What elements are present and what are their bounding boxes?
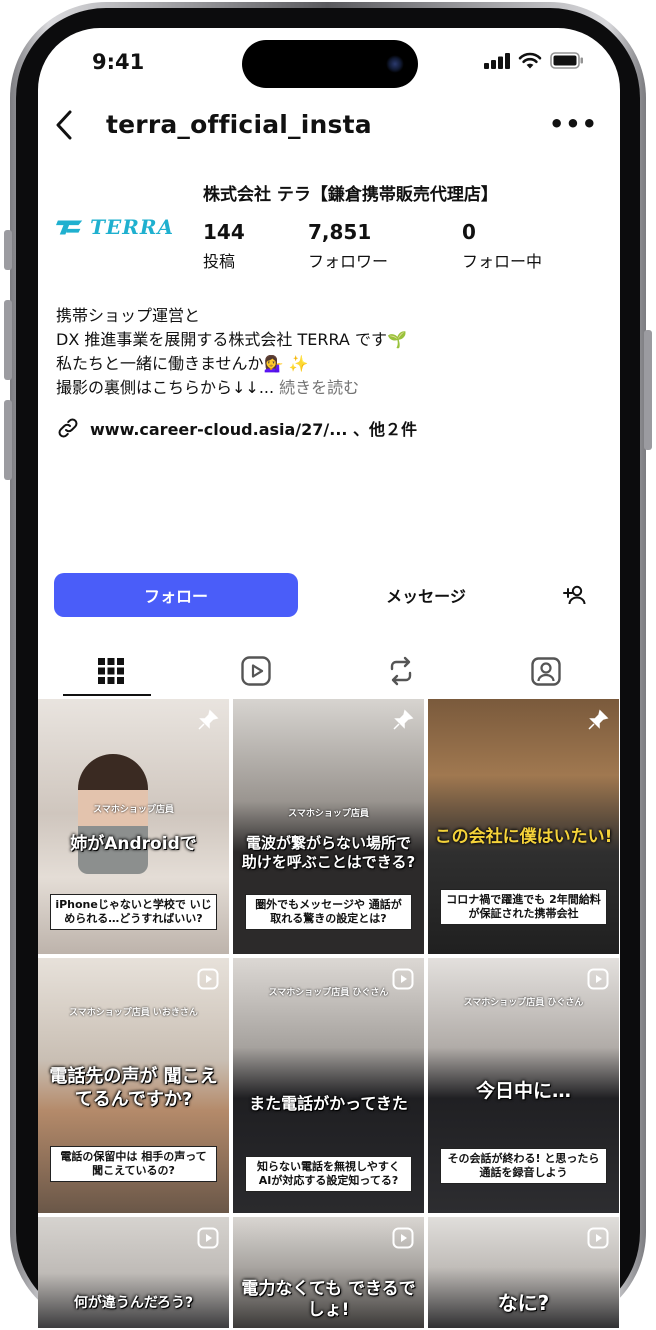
terra-logo-icon [56, 220, 83, 235]
stat-following-label: フォロー中 [462, 252, 543, 271]
post-name-tag: スマホショップ店員 ひぐさん [268, 988, 389, 998]
post-tile[interactable]: スマホショップ店員 姉がAndroidで iPhoneじゃないと学校で いじめら… [38, 699, 229, 954]
follow-button[interactable]: フォロー [54, 573, 298, 617]
status-icons [484, 52, 584, 69]
logo-text: TERRA [90, 215, 174, 239]
post-caption-box: 知らない電話を無視しやすく AIが対応する設定知ってる? [245, 1156, 412, 1192]
post-title-text: 電波が繋がらない場所で 助けを呼ぶことはできる? [241, 834, 416, 871]
post-caption-box: 電話の保留中は 相手の声って聞こえているの? [50, 1146, 217, 1182]
post-caption-box: コロナ禍で躍進でも 2年間給料が保証された携帯会社 [440, 889, 607, 925]
bio-line: 携帯ショップ運営と [56, 306, 201, 325]
pin-icon [393, 709, 414, 730]
stat-following[interactable]: 0 フォロー中 [462, 220, 542, 272]
pin-icon [198, 709, 219, 730]
profile-header: terra_official_insta ••• [38, 100, 620, 156]
profile-link-text: www.career-cloud.asia/27/... 、他２件 [90, 420, 418, 439]
add-person-button[interactable] [550, 573, 600, 617]
reel-icon [392, 968, 414, 990]
camera-icon [386, 55, 404, 73]
tab-posts-grid[interactable] [38, 646, 183, 696]
post-tile[interactable]: スマホショップ店員 ひぐさん また電話がかってきた 知らない電話を無視しやすく … [233, 958, 424, 1213]
stat-followers-count: 7,851 [308, 220, 372, 244]
battery-icon [550, 52, 583, 69]
reels-icon [240, 656, 271, 686]
stat-posts[interactable]: 144 投稿 [203, 220, 245, 272]
pin-icon [588, 709, 609, 730]
reel-icon [197, 1227, 219, 1249]
silent-switch [4, 230, 12, 270]
post-name-tag: スマホショップ店員 [93, 805, 174, 815]
stat-posts-count: 144 [203, 220, 245, 244]
profile-username: terra_official_insta [106, 110, 372, 139]
post-tile[interactable]: この会社に僕はいたい! コロナ禍で躍進でも 2年間給料が保証された携帯会社 [428, 699, 619, 954]
post-title-text: この会社に僕はいたい! [434, 827, 613, 847]
read-more-link[interactable]: 続きを読む [279, 378, 359, 397]
post-caption-box: 圏外でもメッセージや 通話が取れる驚きの設定とは? [245, 894, 412, 930]
repost-icon [390, 656, 411, 686]
bio-line: 私たちと一緒に働きませんか💁‍♀️ ✨ [56, 354, 309, 373]
link-icon [58, 418, 78, 438]
post-caption-box: iPhoneじゃないと学校で いじめられる…どうすればいい? [50, 894, 217, 930]
reel-icon [587, 1227, 609, 1249]
post-title-text: なに? [497, 1291, 550, 1315]
cellular-signal-icon [484, 52, 510, 69]
post-title-text: 電話先の声が 聞こえてるんですか? [49, 1066, 218, 1110]
reel-icon [392, 1227, 414, 1249]
post-tile[interactable]: なに? [428, 1217, 619, 1328]
profile-link[interactable]: www.career-cloud.asia/27/... 、他２件 [56, 416, 417, 440]
post-tile[interactable]: スマホショップ店員 いおきさん 電話先の声が 聞こえてるんですか? 電話の保留中… [38, 958, 229, 1213]
post-title-text: 今日中に… [475, 1080, 571, 1102]
profile-display-name: 株式会社 テラ【鎌倉携帯販売代理店】 [203, 185, 498, 205]
reel-icon [197, 968, 219, 990]
dynamic-island [242, 40, 418, 88]
tab-reposts[interactable] [328, 646, 473, 696]
tab-reels[interactable] [183, 646, 328, 696]
message-button[interactable]: メッセージ [334, 573, 518, 617]
post-tile[interactable]: 電力なくても できるでしょ! [233, 1217, 424, 1328]
stat-posts-label: 投稿 [203, 252, 236, 271]
post-name-tag: スマホショップ店員 [288, 809, 369, 819]
post-caption-box: その会話が終わる! と思ったら通話を録音しよう [440, 1148, 607, 1184]
status-time: 9:41 [92, 50, 145, 74]
app-screen: 9:41 terra_official_insta ••• TERRA 株式会社… [38, 28, 620, 1328]
stat-followers-label: フォロワー [308, 252, 389, 271]
stat-following-count: 0 [462, 220, 476, 244]
volume-down-button [4, 400, 12, 480]
post-title-text: 姉がAndroidで [70, 834, 197, 854]
active-tab-indicator [63, 694, 151, 696]
grid-icon [97, 658, 124, 684]
bio-line: DX 推進事業を展開する株式会社 TERRA です🌱 [56, 330, 407, 349]
post-title-text: また電話がかってきた [249, 1094, 408, 1113]
profile-bio: 携帯ショップ運営と DX 推進事業を展開する株式会社 TERRA です🌱 私たち… [56, 304, 407, 400]
power-button [644, 330, 652, 450]
post-tile[interactable]: スマホショップ店員 ひぐさん 今日中に… その会話が終わる! と思ったら通話を録… [428, 958, 619, 1213]
volume-up-button [4, 300, 12, 380]
stat-followers[interactable]: 7,851 フォロワー [308, 220, 388, 272]
post-name-tag: スマホショップ店員 いおきさん [69, 1008, 198, 1018]
tagged-icon [530, 657, 561, 686]
back-arrow-icon[interactable] [52, 108, 76, 142]
bio-line-text: 撮影の裏側はこちらから↓↓... [56, 378, 275, 397]
add-person-icon [563, 585, 586, 605]
post-name-tag: スマホショップ店員 ひぐさん [463, 998, 584, 1008]
post-tile[interactable]: スマホショップ店員 電波が繋がらない場所で 助けを呼ぶことはできる? 圏外でもメ… [233, 699, 424, 954]
profile-tabs [38, 646, 620, 698]
bio-line: 撮影の裏側はこちらから↓↓... 続きを読む [56, 376, 407, 400]
more-options-icon[interactable]: ••• [549, 110, 598, 138]
post-title-text: 電力なくても できるでしょ! [241, 1279, 416, 1321]
post-tile[interactable]: 何が違うんだろう? [38, 1217, 229, 1328]
reel-icon [587, 968, 609, 990]
profile-avatar[interactable]: TERRA [56, 190, 174, 264]
tab-tagged[interactable] [473, 646, 618, 696]
post-title-text: 何が違うんだろう? [73, 1295, 194, 1311]
wifi-icon [518, 52, 542, 69]
